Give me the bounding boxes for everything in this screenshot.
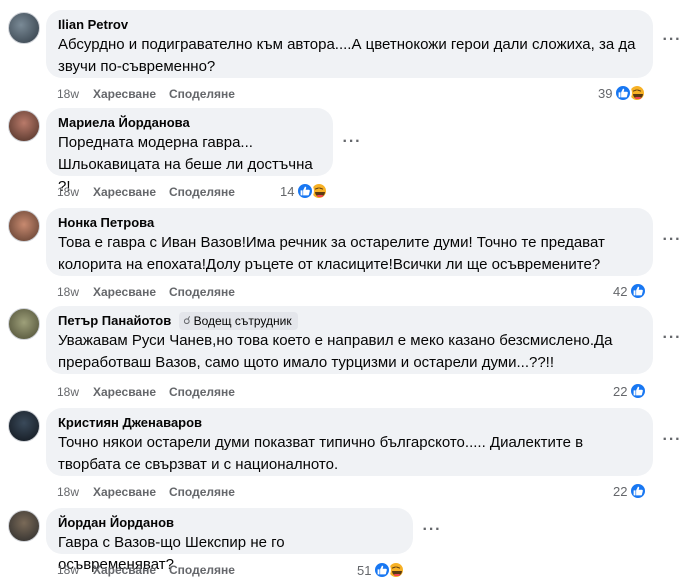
comment-actions: 18w Харесване Споделяне [57,184,235,200]
comment-text-line: Това е гавра с Иван Вазов!Има речник за … [58,234,605,251]
comment-text-line: звучи по-съвременно? [58,58,216,75]
like-button[interactable]: Харесване [93,87,169,101]
more-options-icon[interactable]: ··· [662,32,682,54]
comment-time[interactable]: 18w [57,563,93,577]
top-contributor-badge[interactable]: ☌ Водещ сътрудник [179,312,298,330]
avatar[interactable] [8,110,40,142]
comment-author[interactable]: Мариела Йорданова [58,114,190,132]
comment-author[interactable]: Нонка Петрова [58,214,154,232]
comment-time[interactable]: 18w [57,185,93,199]
reaction-count: 51 [357,562,372,578]
comment-author[interactable]: Ilian Petrov [58,16,128,34]
share-button[interactable]: Споделяне [169,563,235,577]
more-options-icon[interactable]: ··· [662,232,682,254]
more-options-icon[interactable]: ··· [422,522,442,544]
more-options-icon[interactable]: ··· [342,134,362,156]
reaction-summary[interactable]: 14 [280,181,329,201]
comment-author[interactable]: Кристиян Дженаваров [58,414,202,432]
comment-bubble: Ilian Petrov Абсурдно и подигравателно к… [46,10,653,78]
comment-bubble: Петър Панайотов ☌ Водещ сътрудник Уважав… [46,306,653,374]
more-options-icon[interactable]: ··· [662,432,682,454]
reaction-summary[interactable]: 39 [598,83,647,103]
like-reaction-icon [629,382,648,400]
avatar[interactable] [8,12,40,44]
reaction-summary[interactable]: 51 [357,560,406,580]
like-reaction-icon [629,282,648,300]
comment-text-line: преработваш Вазов, само щото имало турци… [58,354,555,371]
like-button[interactable]: Харесване [93,563,169,577]
comment-text-line: Уважавам Руси Чанев,но това което е напр… [58,332,613,349]
comment-actions: 18w Харесване Споделяне [57,384,235,400]
comment-text-line: Точно някои остарели думи показват типич… [58,434,584,451]
comment-author[interactable]: Йордан Йорданов [58,514,174,532]
like-reaction-icon [629,482,648,500]
avatar[interactable] [8,410,40,442]
comment-bubble: Нонка Петрова Това е гавра с Иван Вазов!… [46,208,653,276]
badge-label: Водещ сътрудник [193,314,292,328]
comment-author[interactable]: Петър Панайотов [58,312,171,330]
reaction-count: 39 [598,85,613,101]
comment-text-line: Абсурдно и подигравателно към автора....… [58,36,636,53]
avatar[interactable] [8,510,40,542]
reaction-summary[interactable]: 22 [613,481,648,501]
comment-actions: 18w Харесване Споделяне [57,484,235,500]
more-options-icon[interactable]: ··· [662,330,682,352]
avatar[interactable] [8,210,40,242]
comment-time[interactable]: 18w [57,285,93,299]
like-button[interactable]: Харесване [93,185,169,199]
reaction-summary[interactable]: 22 [613,381,648,401]
comment-bubble: Мариела Йорданова Поредната модерна гавр… [46,108,333,195]
badge-icon: ☌ [183,315,191,327]
like-button[interactable]: Харесване [93,285,169,299]
share-button[interactable]: Споделяне [169,87,235,101]
like-button[interactable]: Харесване [93,385,169,399]
comment-actions: 18w Харесване Споделяне [57,562,235,578]
reaction-count: 22 [613,383,628,399]
comment-time[interactable]: 18w [57,485,93,499]
comment-bubble: Йордан Йорданов Гавра с Вазов-що Шекспир… [46,508,413,573]
reaction-count: 42 [613,283,628,299]
share-button[interactable]: Споделяне [169,185,235,199]
comment-text-line: колорита на епохата!Долу ръцете от класи… [58,256,601,273]
comment-text-line: творбата се свързват и с националното. [58,456,339,473]
share-button[interactable]: Споделяне [169,285,235,299]
comment-text-line: Поредната модерна гавра... [58,134,253,151]
reaction-count: 14 [280,183,295,199]
avatar[interactable] [8,308,40,340]
comment-time[interactable]: 18w [57,87,93,101]
like-button[interactable]: Харесване [93,485,169,499]
comment-time[interactable]: 18w [57,385,93,399]
comment-bubble: Кристиян Дженаваров Точно някои остарели… [46,408,653,476]
share-button[interactable]: Споделяне [169,485,235,499]
reaction-summary[interactable]: 42 [613,281,648,301]
comment-actions: 18w Харесване Споделяне [57,284,235,300]
share-button[interactable]: Споделяне [169,385,235,399]
reaction-count: 22 [613,483,628,499]
comment-actions: 18w Харесване Споделяне [57,86,235,102]
